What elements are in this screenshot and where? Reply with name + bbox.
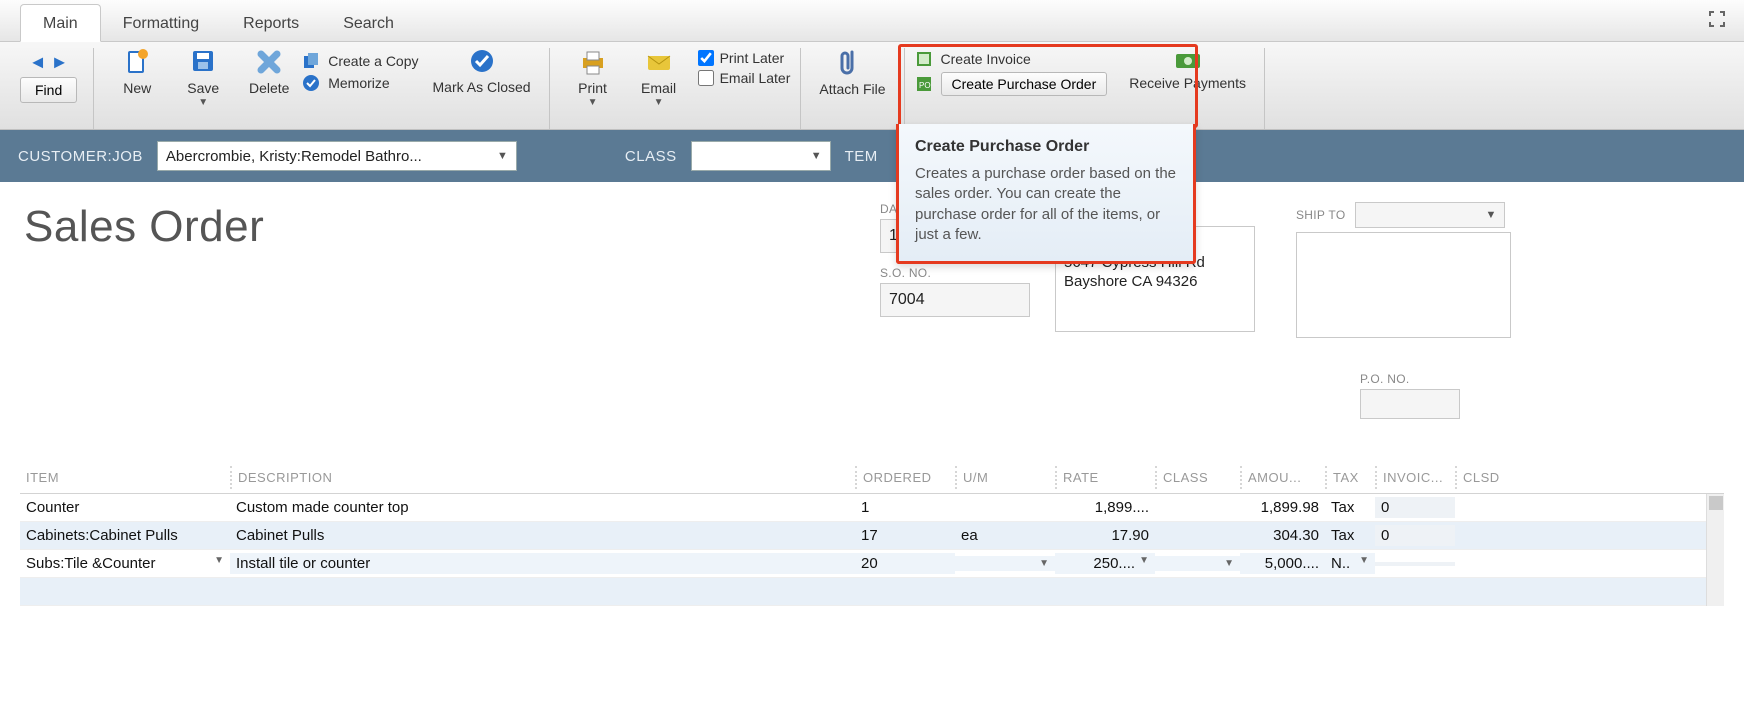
- email-later-checkbox[interactable]: Email Later: [698, 70, 791, 86]
- class-combo[interactable]: ▼: [691, 141, 831, 171]
- po-icon: PO: [915, 75, 933, 93]
- fullscreen-icon[interactable]: [1708, 10, 1726, 28]
- tab-main[interactable]: Main: [20, 4, 101, 42]
- create-invoice-button[interactable]: Create Invoice: [915, 50, 1108, 68]
- mark-closed-icon: [467, 48, 497, 78]
- email-icon: [644, 48, 674, 78]
- template-label: TEM: [845, 148, 878, 165]
- scrollbar[interactable]: [1706, 494, 1724, 606]
- print-icon: [578, 48, 608, 78]
- table-row[interactable]: Counter Custom made counter top 1 1,899.…: [20, 494, 1706, 522]
- new-button[interactable]: New: [112, 48, 162, 96]
- find-button[interactable]: Find: [20, 77, 77, 103]
- shipto-select[interactable]: ▼: [1355, 202, 1505, 228]
- col-ordered[interactable]: ORDERED: [855, 466, 955, 489]
- tab-formatting[interactable]: Formatting: [101, 5, 221, 41]
- pono-label: P.O. NO.: [1360, 372, 1460, 386]
- print-button[interactable]: Print ▼: [568, 48, 618, 108]
- class-label: CLASS: [625, 148, 677, 165]
- col-tax[interactable]: TAX: [1325, 466, 1375, 489]
- delete-icon: [255, 48, 283, 78]
- svg-text:PO: PO: [919, 81, 931, 90]
- table-row[interactable]: Cabinets:Cabinet Pulls Cabinet Pulls 17 …: [20, 522, 1706, 550]
- col-class[interactable]: CLASS: [1155, 466, 1240, 489]
- grid-body: Counter Custom made counter top 1 1,899.…: [20, 494, 1724, 606]
- table-row-empty[interactable]: [20, 578, 1706, 606]
- tab-strip: Main Formatting Reports Search: [0, 0, 1744, 42]
- form-area: Sales Order DAT S.O. NO. x 5647 Cypress …: [0, 182, 1744, 462]
- chevron-down-icon: ▼: [654, 97, 664, 108]
- col-rate[interactable]: RATE: [1055, 466, 1155, 489]
- toolbar: ◄ ► Find New Save ▼ Delete Create a Copy: [0, 42, 1744, 130]
- save-icon: [190, 48, 216, 78]
- scroll-up-icon[interactable]: [1709, 496, 1723, 510]
- create-purchase-order-button[interactable]: Create Purchase Order: [941, 72, 1108, 96]
- memorize-icon: [302, 74, 320, 92]
- chevron-down-icon[interactable]: ▼: [1039, 558, 1049, 569]
- print-later-checkbox[interactable]: Print Later: [698, 50, 791, 66]
- table-row[interactable]: Subs:Tile &Counter▼ Install tile or coun…: [20, 550, 1706, 578]
- tab-reports[interactable]: Reports: [221, 5, 321, 41]
- attach-file-button[interactable]: Attach File: [819, 48, 885, 97]
- copy-icon: [302, 52, 320, 70]
- chevron-down-icon[interactable]: ▼: [214, 555, 224, 566]
- shipto-box[interactable]: [1296, 232, 1511, 338]
- col-invoiced[interactable]: INVOIC...: [1375, 466, 1455, 489]
- delete-button[interactable]: Delete: [244, 48, 294, 96]
- tooltip-body: Creates a purchase order based on the sa…: [915, 164, 1177, 245]
- mark-closed-button[interactable]: Mark As Closed: [433, 48, 531, 95]
- new-file-icon: [124, 48, 150, 78]
- grid-header: ITEM DESCRIPTION ORDERED U/M RATE CLASS …: [20, 462, 1724, 494]
- nav-next-icon[interactable]: ►: [51, 52, 69, 73]
- tooltip-title: Create Purchase Order: [915, 138, 1177, 156]
- customer-job-combo[interactable]: Abercrombie, Kristy:Remodel Bathro...▼: [157, 141, 517, 171]
- nav-prev-icon[interactable]: ◄: [29, 52, 47, 73]
- col-item[interactable]: ITEM: [20, 466, 230, 489]
- col-um[interactable]: U/M: [955, 466, 1055, 489]
- chevron-down-icon[interactable]: ▼: [1139, 555, 1149, 566]
- payments-icon: [1173, 48, 1203, 74]
- sono-field[interactable]: [880, 283, 1030, 317]
- customer-job-label: CUSTOMER:JOB: [18, 148, 143, 165]
- chevron-down-icon: ▼: [198, 97, 208, 108]
- chevron-down-icon: ▼: [588, 97, 598, 108]
- chevron-down-icon[interactable]: ▼: [1224, 558, 1234, 569]
- shipto-label: SHIP TO: [1296, 208, 1345, 222]
- create-copy-button[interactable]: Create a Copy: [302, 52, 418, 70]
- line-items-grid: ITEM DESCRIPTION ORDERED U/M RATE CLASS …: [20, 462, 1724, 606]
- receive-payments-button[interactable]: Receive Payments: [1129, 48, 1246, 91]
- col-amount[interactable]: AMOU...: [1240, 466, 1325, 489]
- chevron-down-icon[interactable]: ▼: [1359, 555, 1369, 566]
- create-po-tooltip: Create Purchase Order Creates a purchase…: [896, 124, 1196, 264]
- invoice-icon: [915, 50, 933, 68]
- email-button[interactable]: Email ▼: [634, 48, 684, 108]
- col-clsd[interactable]: CLSD: [1455, 466, 1510, 489]
- memorize-button[interactable]: Memorize: [302, 74, 418, 92]
- save-button[interactable]: Save ▼: [178, 48, 228, 108]
- tab-search[interactable]: Search: [321, 5, 416, 41]
- sono-label: S.O. NO.: [880, 266, 1030, 280]
- col-description[interactable]: DESCRIPTION: [230, 466, 855, 489]
- pono-field[interactable]: [1360, 389, 1460, 419]
- context-bar: CUSTOMER:JOB Abercrombie, Kristy:Remodel…: [0, 130, 1744, 182]
- paperclip-icon: [839, 48, 865, 80]
